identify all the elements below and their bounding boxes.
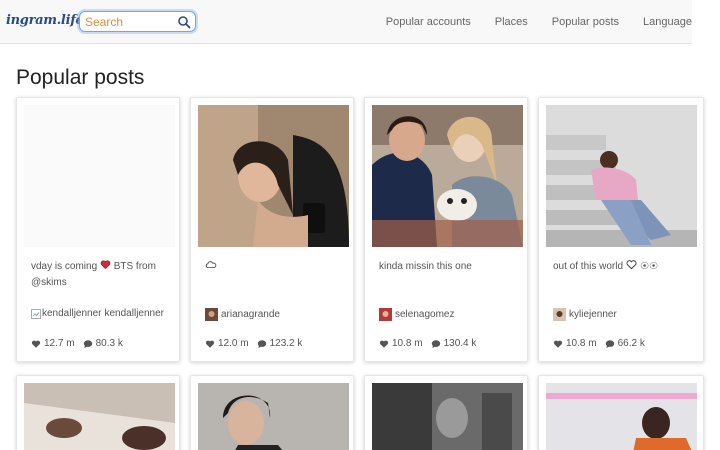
comment-icon bbox=[83, 339, 92, 348]
comment-icon bbox=[605, 339, 614, 348]
post-card[interactable]: out of this world kyliejenner 10.8 m 66.… bbox=[538, 97, 704, 362]
post-author[interactable]: kendalljenner kendalljenner bbox=[31, 308, 164, 319]
heart-icon bbox=[205, 340, 215, 348]
post-stats: 12.0 m 123.2 k bbox=[205, 338, 302, 349]
post-photo bbox=[198, 383, 349, 450]
post-stats: 12.7 m 80.3 k bbox=[31, 338, 123, 349]
post-card[interactable] bbox=[364, 375, 528, 450]
cloud-emoji-icon bbox=[205, 261, 217, 268]
post-image[interactable] bbox=[198, 105, 349, 247]
heart-icon bbox=[379, 340, 389, 348]
comment-icon bbox=[257, 339, 266, 348]
brand-logo[interactable]: ingram.life bbox=[6, 13, 84, 28]
post-caption: vday is coming BTS from @skims bbox=[31, 260, 156, 288]
post-photo bbox=[24, 383, 175, 450]
page-title: Popular posts bbox=[16, 66, 145, 89]
post-stats: 10.8 m 66.2 k bbox=[553, 338, 645, 349]
post-card[interactable]: vday is coming BTS from @skims kendallje… bbox=[16, 97, 180, 362]
post-image[interactable] bbox=[546, 383, 697, 450]
heart-icon bbox=[553, 340, 563, 348]
post-image[interactable] bbox=[372, 383, 523, 450]
post-card[interactable]: arianagrande 12.0 m 123.2 k bbox=[190, 97, 354, 362]
heart-icon bbox=[31, 340, 41, 348]
avatar bbox=[379, 308, 392, 321]
heart-outline-icon bbox=[626, 260, 637, 270]
broken-image-icon bbox=[31, 308, 41, 319]
post-card[interactable] bbox=[16, 375, 180, 450]
post-photo bbox=[372, 383, 523, 450]
likes-count: 12.7 m bbox=[44, 338, 75, 349]
avatar bbox=[205, 308, 218, 321]
nav-popular-posts[interactable]: Popular posts bbox=[552, 16, 619, 28]
post-image[interactable] bbox=[372, 105, 523, 247]
comments-count: 130.4 k bbox=[443, 338, 477, 349]
nav-links: Popular accounts Places Popular posts La… bbox=[386, 0, 692, 44]
author-name[interactable]: kendalljenner bbox=[105, 308, 165, 319]
post-image[interactable] bbox=[24, 383, 175, 450]
post-caption bbox=[205, 259, 345, 275]
post-image[interactable] bbox=[24, 105, 175, 247]
comments-count: 80.3 k bbox=[95, 338, 123, 349]
eyes-emoji-icon bbox=[640, 262, 658, 269]
comments-count: 123.2 k bbox=[269, 338, 303, 349]
nav-language[interactable]: Language bbox=[643, 16, 692, 28]
avatar: kendalljenner bbox=[31, 308, 102, 319]
post-photo bbox=[546, 383, 697, 450]
avatar bbox=[553, 308, 566, 321]
author-name[interactable]: arianagrande bbox=[221, 309, 280, 320]
post-photo bbox=[372, 105, 523, 247]
comment-icon bbox=[431, 339, 440, 348]
comments-count: 66.2 k bbox=[617, 338, 645, 349]
likes-count: 10.8 m bbox=[392, 338, 423, 349]
post-image[interactable] bbox=[546, 105, 697, 247]
post-caption: kinda missin this one bbox=[379, 261, 472, 272]
author-name[interactable]: kyliejenner bbox=[569, 309, 617, 320]
search-box[interactable] bbox=[79, 11, 196, 32]
likes-count: 10.8 m bbox=[566, 338, 597, 349]
search-input[interactable] bbox=[85, 14, 175, 30]
heart-emoji-icon bbox=[100, 260, 111, 270]
nav-popular-accounts[interactable]: Popular accounts bbox=[386, 16, 471, 28]
post-card[interactable]: kinda missin this one selenagomez 10.8 m… bbox=[364, 97, 528, 362]
likes-count: 12.0 m bbox=[218, 338, 249, 349]
post-caption: out of this world bbox=[553, 259, 693, 275]
post-photo bbox=[198, 105, 349, 247]
post-author[interactable]: selenagomez bbox=[379, 308, 454, 321]
post-image[interactable] bbox=[198, 383, 349, 450]
search-icon[interactable] bbox=[177, 15, 191, 29]
nav-places[interactable]: Places bbox=[495, 16, 528, 28]
post-card[interactable] bbox=[538, 375, 704, 450]
author-name[interactable]: selenagomez bbox=[395, 309, 454, 320]
post-card[interactable] bbox=[190, 375, 354, 450]
top-navbar: ingram.life Popular accounts Places Popu… bbox=[0, 0, 692, 44]
post-author[interactable]: arianagrande bbox=[205, 308, 280, 321]
post-stats: 10.8 m 130.4 k bbox=[379, 338, 476, 349]
post-author[interactable]: kyliejenner bbox=[553, 308, 617, 321]
post-photo bbox=[546, 105, 697, 247]
